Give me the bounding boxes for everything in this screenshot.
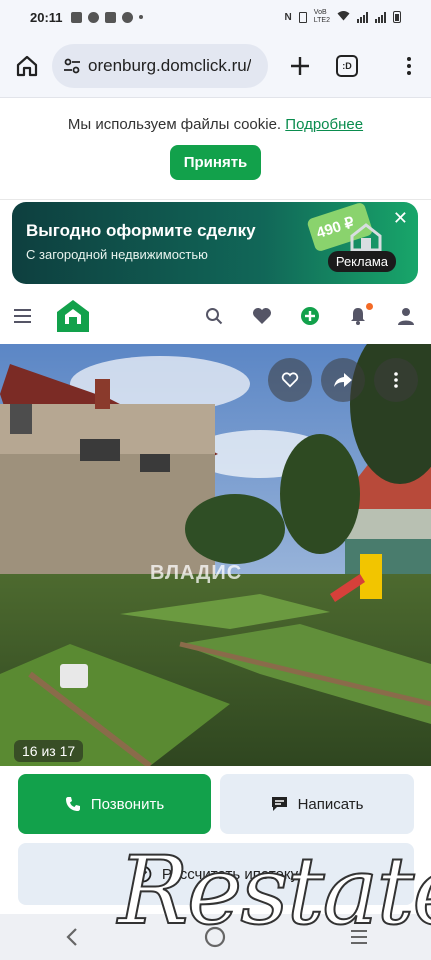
- signal-icon-1: [357, 11, 368, 23]
- home-button[interactable]: [12, 51, 42, 81]
- ad-banner[interactable]: Выгодно оформите сделку С загородной нед…: [12, 202, 418, 284]
- header-actions: [203, 303, 417, 327]
- screen: 20:11 N VoB LTE2 orenburg.domclick.ru/:…: [0, 0, 431, 960]
- photo-counter: 16 из 17: [14, 740, 84, 762]
- cookie-banner: Мы используем файлы cookie. Подробнее Пр…: [0, 98, 431, 200]
- nfc-icon: N: [284, 11, 292, 23]
- phone-icon: [65, 797, 80, 811]
- wifi-icon: [337, 10, 350, 24]
- share-arrow-icon: [334, 373, 352, 387]
- status-bar: 20:11 N VoB LTE2: [0, 0, 431, 34]
- share-button[interactable]: [321, 358, 365, 402]
- search-icon[interactable]: [203, 305, 225, 327]
- whatsapp-icon: [87, 11, 99, 23]
- vibrate-icon: [298, 11, 307, 23]
- house-garden-image: [0, 344, 431, 766]
- add-listing-icon[interactable]: [299, 305, 321, 327]
- chat-icon: [104, 11, 116, 23]
- notification-dot: [366, 303, 373, 310]
- clock: 20:11: [30, 9, 63, 25]
- site-settings-icon[interactable]: [62, 56, 82, 76]
- more-vertical-icon: [394, 372, 398, 388]
- tabs-button[interactable]: :D: [336, 54, 358, 77]
- favorite-button[interactable]: [268, 358, 312, 402]
- cookie-message: Мы используем файлы cookie. Подробнее: [0, 116, 431, 133]
- system-icons: N VoB LTE2: [285, 9, 401, 25]
- volte-bottom: LTE2: [313, 17, 330, 24]
- cookie-accept-button[interactable]: Принять: [169, 145, 262, 180]
- call-button-label: Позвонить: [90, 795, 165, 813]
- site-header: [0, 292, 431, 340]
- write-button[interactable]: Написать: [220, 774, 414, 834]
- browser-menu-button[interactable]: [407, 56, 411, 75]
- back-chevron-icon[interactable]: [60, 925, 84, 949]
- ad-subtitle: С загородной недвижимостью: [26, 247, 208, 262]
- ad-title: Выгодно оформите сделку: [26, 221, 256, 240]
- write-button-label: Написать: [297, 795, 364, 813]
- volte-top: VoB: [313, 9, 327, 16]
- gallery-icon: [70, 11, 82, 23]
- brand-watermark: Restate: [117, 837, 431, 946]
- ad-badge: Реклама: [327, 251, 396, 272]
- listing-photo[interactable]: ВЛАДИС 16 из 17: [0, 344, 431, 766]
- domclick-logo[interactable]: [55, 298, 91, 334]
- hamburger-menu-icon[interactable]: [14, 309, 31, 323]
- heart-outline-icon: [281, 372, 299, 388]
- battery-icon: [393, 11, 401, 23]
- profile-icon[interactable]: [395, 305, 417, 327]
- url-text[interactable]: orenburg.domclick.ru/: [88, 56, 251, 76]
- plus-icon: [291, 56, 309, 75]
- notifications-bell-icon[interactable]: [347, 303, 373, 327]
- address-bar[interactable]: orenburg.domclick.ru/: [52, 43, 268, 88]
- more-dot-icon: [138, 15, 143, 19]
- signal-icon-2: [375, 11, 386, 23]
- favorites-heart-icon[interactable]: [251, 305, 273, 327]
- photo-watermark: ВЛАДИС: [150, 562, 243, 584]
- volte-label: VoB LTE2: [314, 9, 330, 25]
- ad-close-icon[interactable]: ✕: [393, 208, 408, 229]
- cookie-more-link[interactable]: Подробнее: [285, 116, 363, 133]
- cookie-text: Мы используем файлы cookie.: [67, 116, 282, 133]
- new-tab-button[interactable]: [280, 46, 320, 86]
- more-options-button[interactable]: [374, 358, 418, 402]
- call-button[interactable]: Позвонить: [18, 774, 211, 834]
- house-key-icon: [350, 223, 382, 252]
- telegram-icon: [121, 11, 133, 23]
- home-icon: [16, 55, 38, 76]
- notification-icons: [70, 11, 143, 23]
- browser-toolbar: orenburg.domclick.ru/ :D: [0, 34, 431, 98]
- message-icon: [271, 797, 287, 811]
